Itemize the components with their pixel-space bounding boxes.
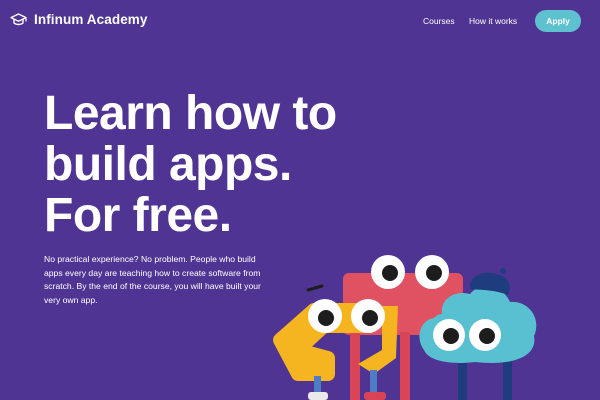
graduation-cap-icon: [10, 13, 27, 26]
hero-description: No practical experience? No problem. Peo…: [44, 254, 261, 305]
hero-title: Learn how to build apps. For free.: [44, 88, 337, 241]
top-navigation-bar: Infinum Academy Courses How it works App…: [0, 0, 600, 44]
nav-link-how-it-works[interactable]: How it works: [469, 16, 517, 26]
hero-title-line: Learn how to: [44, 87, 337, 140]
nav-link-courses[interactable]: Courses: [423, 16, 455, 26]
hero-title-line: build apps.: [44, 138, 292, 191]
brand-logo[interactable]: Infinum Academy: [10, 12, 148, 27]
hero-title-line: For free.: [44, 189, 232, 242]
landing-page: Infinum Academy Courses How it works App…: [0, 0, 600, 400]
apply-button[interactable]: Apply: [535, 10, 581, 32]
mascot-illustration: [270, 240, 600, 400]
brand-name: Infinum Academy: [34, 12, 148, 27]
